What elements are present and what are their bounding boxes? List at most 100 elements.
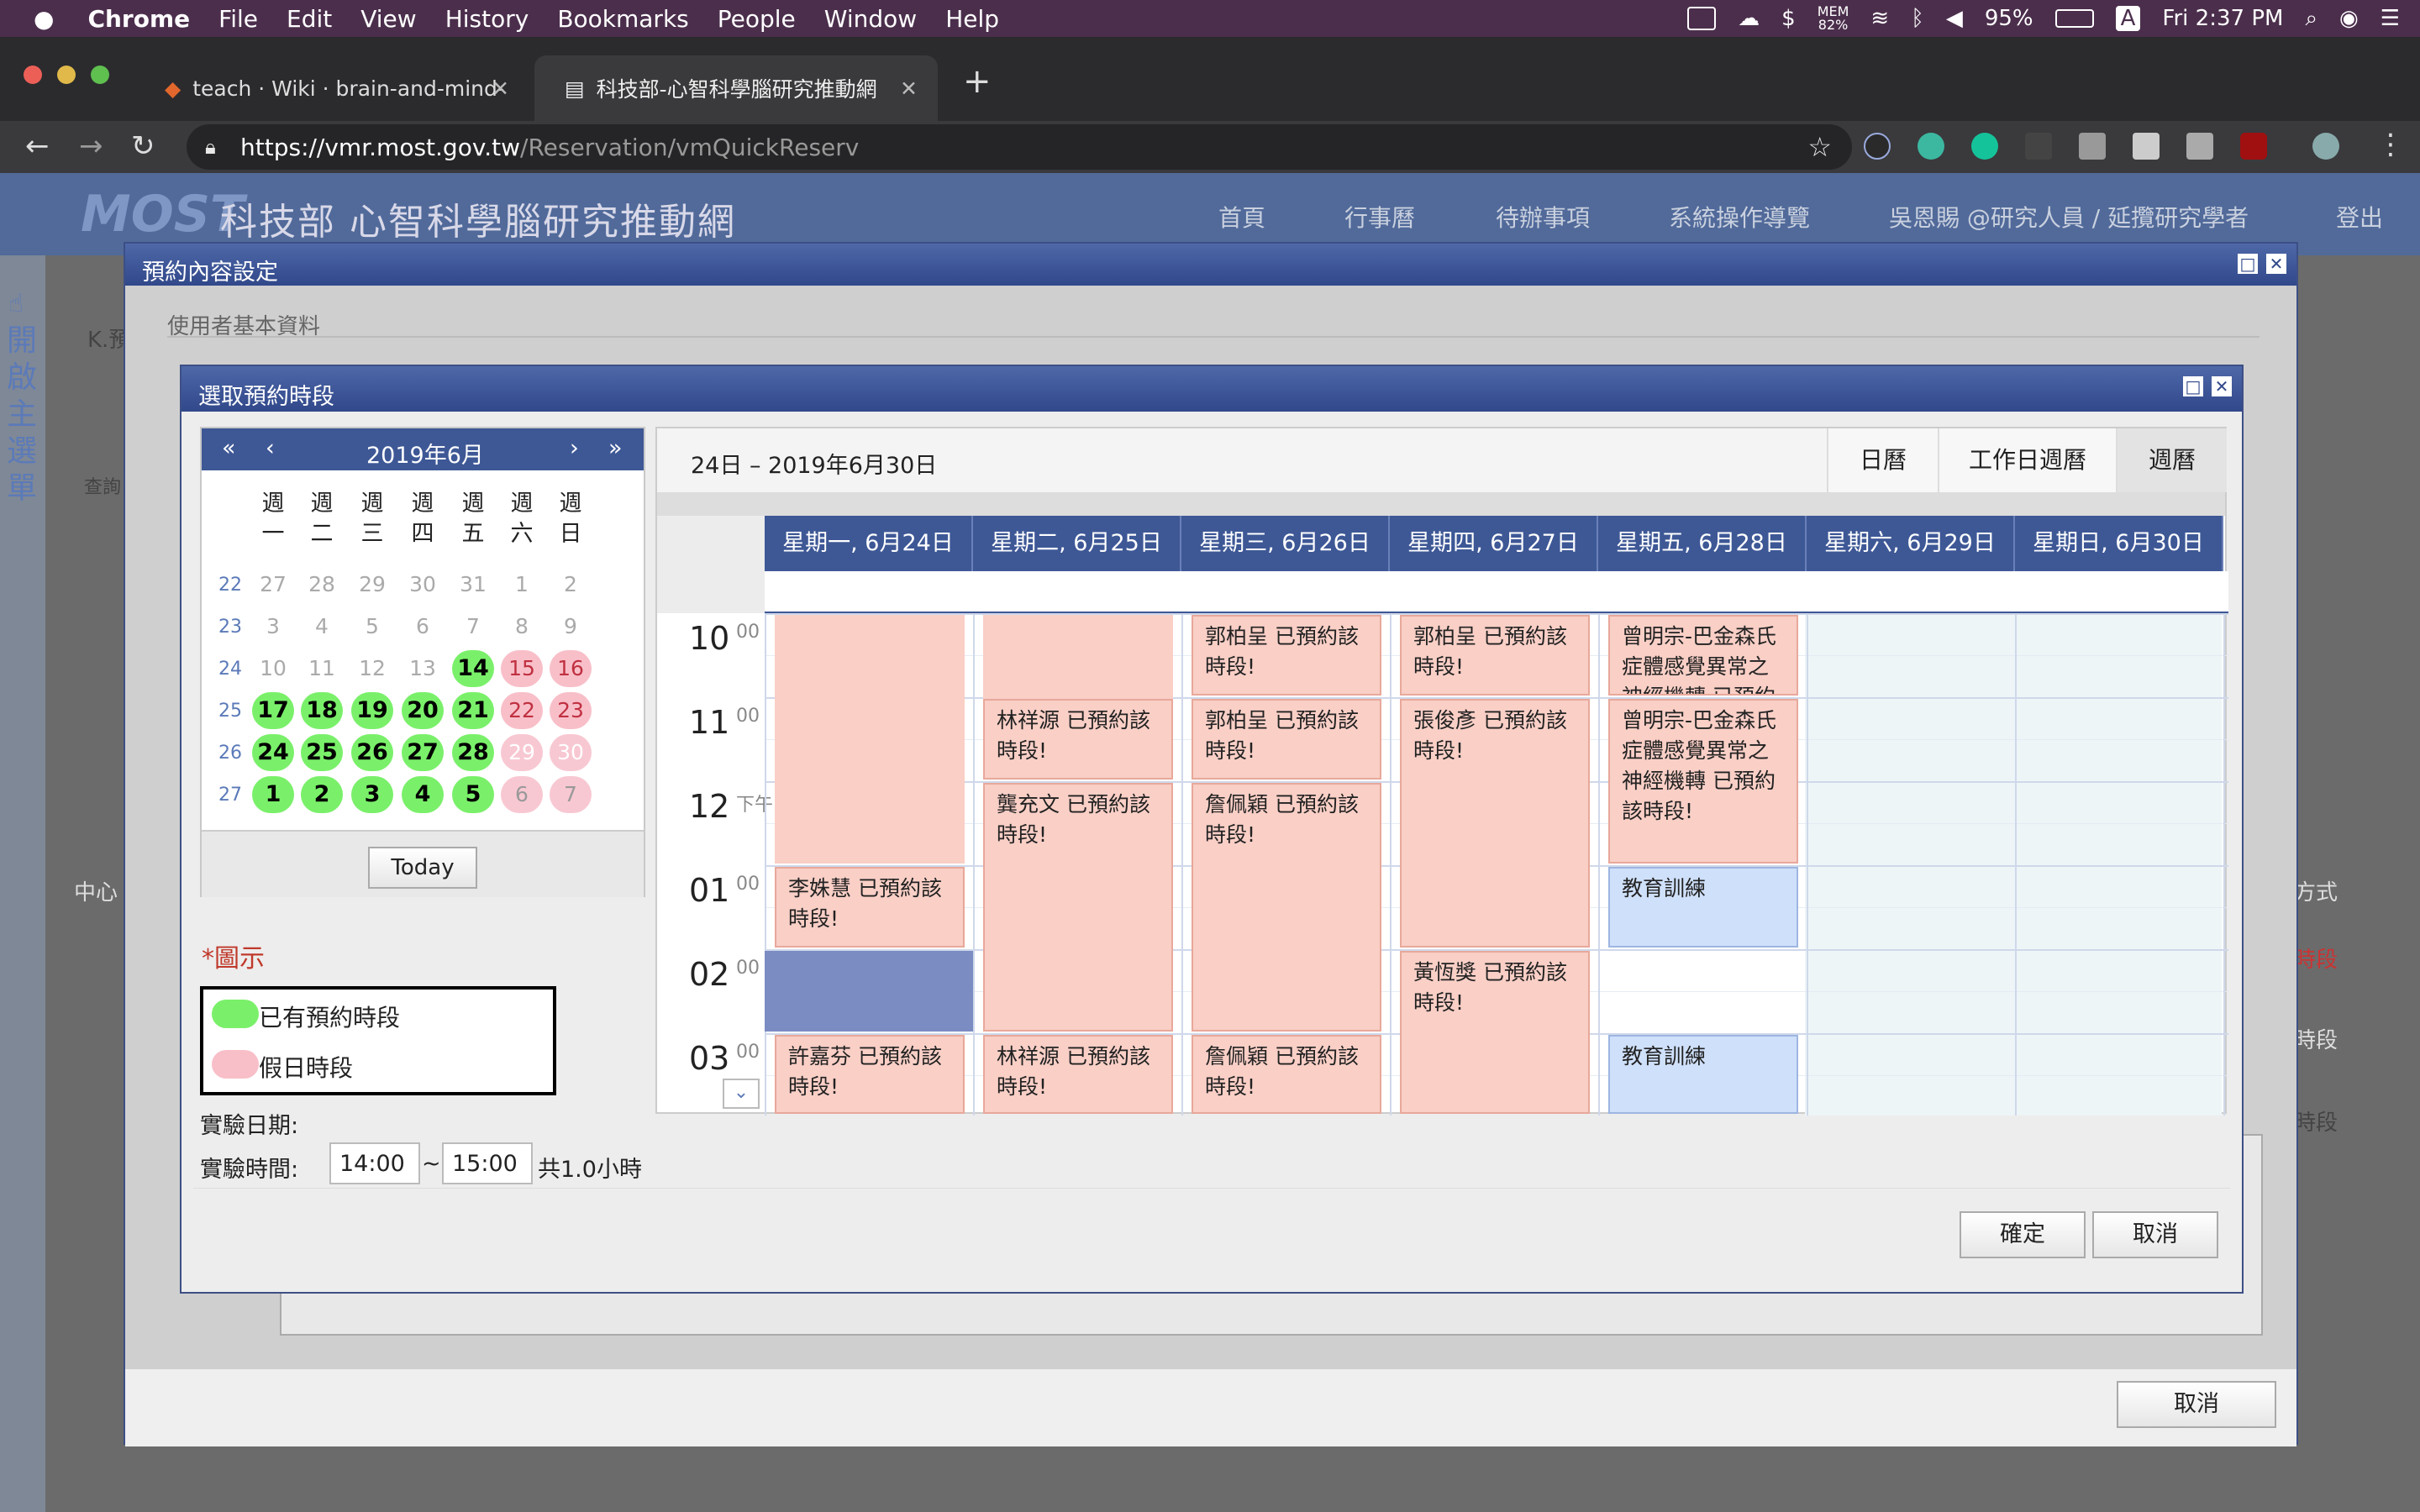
calendar-day[interactable]: 19 xyxy=(351,692,393,729)
prev-month-icon[interactable]: ‹ xyxy=(266,435,275,461)
input-source[interactable]: A xyxy=(2115,6,2141,31)
calendar-day[interactable]: 27 xyxy=(402,734,444,771)
calendar-day[interactable]: 2 xyxy=(301,776,343,813)
calendar-day[interactable]: 4 xyxy=(402,776,444,813)
menu-view[interactable]: View xyxy=(360,5,416,33)
calendar-day[interactable]: 11 xyxy=(301,650,343,687)
close-tab-icon[interactable]: ✕ xyxy=(900,76,918,101)
calendar-day[interactable]: 15 xyxy=(501,650,543,687)
calendar-day[interactable]: 7 xyxy=(452,608,494,645)
calendar-day[interactable]: 24 xyxy=(252,734,294,771)
booking-event[interactable]: 詹佩穎 已預約該時段! xyxy=(1192,783,1381,1032)
calendar-day[interactable]: 21 xyxy=(452,692,494,729)
booking-event[interactable]: 李姝慧 已預約該時段! xyxy=(775,867,965,948)
calendar-day[interactable]: 13 xyxy=(402,650,444,687)
calendar-day[interactable]: 8 xyxy=(501,608,543,645)
booking-event[interactable]: 許嘉芬 已預約該時段! xyxy=(775,1035,965,1114)
new-tab-button[interactable]: + xyxy=(963,62,992,101)
booking-event[interactable]: 教育訓練 xyxy=(1608,1035,1798,1114)
docs-icon[interactable] xyxy=(2133,133,2160,160)
bluetooth-icon[interactable]: ᛒ xyxy=(1911,6,1924,31)
calendar-day[interactable]: 3 xyxy=(252,608,294,645)
apple-icon[interactable]: ● xyxy=(34,5,54,33)
nav-home[interactable]: 首頁 xyxy=(1218,200,1265,234)
close-icon[interactable]: ✕ xyxy=(2212,376,2232,396)
dialog-titlebar[interactable]: 預約內容設定 □ ✕ xyxy=(125,244,2296,286)
prev-year-icon[interactable]: « xyxy=(222,435,236,461)
booking-event[interactable] xyxy=(983,615,1173,700)
close-window-button[interactable] xyxy=(24,66,42,84)
calendar-day[interactable]: 30 xyxy=(402,566,444,603)
tab-teach-wiki[interactable]: ◆ teach · Wiki · brain-and-mind-l ✕ xyxy=(134,55,529,121)
calendar-day[interactable]: 6 xyxy=(402,608,444,645)
calendar-day[interactable]: 22 xyxy=(501,692,543,729)
day-header[interactable]: 星期五, 6月28日 xyxy=(1598,516,1807,571)
reload-icon[interactable]: ↻ xyxy=(131,129,155,163)
mem-indicator[interactable]: MEM 82% xyxy=(1818,5,1849,32)
view-day-button[interactable]: 日曆 xyxy=(1827,428,1938,492)
menu-bookmarks[interactable]: Bookmarks xyxy=(557,5,688,33)
calendar-day[interactable]: 23 xyxy=(550,692,592,729)
clock[interactable]: Fri 2:37 PM xyxy=(2162,6,2283,31)
day-header[interactable]: 星期四, 6月27日 xyxy=(1390,516,1598,571)
view-week-button[interactable]: 週曆 xyxy=(2116,428,2227,492)
extension-icon[interactable] xyxy=(2079,133,2106,160)
calendar-day[interactable]: 26 xyxy=(351,734,393,771)
spotlight-icon[interactable]: ⌕ xyxy=(2305,6,2317,32)
maximize-icon[interactable]: □ xyxy=(2183,376,2203,396)
menu-window[interactable]: Window xyxy=(824,5,917,33)
scroll-down-icon[interactable]: ⌄ xyxy=(723,1079,760,1109)
forward-icon[interactable]: → xyxy=(79,129,103,163)
battery-percent[interactable]: 95% xyxy=(1985,6,2033,31)
calendar-day[interactable]: 16 xyxy=(550,650,592,687)
calendar-day[interactable]: 5 xyxy=(351,608,393,645)
selected-timeslot[interactable] xyxy=(765,951,973,1032)
wifi-icon[interactable]: ≋ xyxy=(1870,6,1889,31)
extension-icon[interactable] xyxy=(2025,133,2052,160)
calendar-day[interactable]: 20 xyxy=(402,692,444,729)
calendar-day[interactable]: 31 xyxy=(452,566,494,603)
booking-event[interactable]: 郭柏呈 已預約該時段! xyxy=(1400,615,1590,696)
notification-center-icon[interactable]: ☰ xyxy=(2381,6,2400,31)
calendar-day[interactable]: 17 xyxy=(252,692,294,729)
siri-icon[interactable]: ◉ xyxy=(2339,6,2359,31)
status-app-icon[interactable] xyxy=(1687,7,1717,30)
calendar-day[interactable]: 25 xyxy=(301,734,343,771)
calendar-day[interactable]: 3 xyxy=(351,776,393,813)
extension-icon[interactable] xyxy=(1918,133,1944,160)
nav-todo[interactable]: 待辦事項 xyxy=(1496,200,1590,234)
booking-event[interactable]: 郭柏呈 已預約該時段! xyxy=(1192,699,1381,780)
calendar-day[interactable]: 12 xyxy=(351,650,393,687)
day-header[interactable]: 星期日, 6月30日 xyxy=(2015,516,2223,571)
outer-cancel-button[interactable]: 取消 xyxy=(2117,1381,2276,1428)
nav-guide[interactable]: 系統操作導覽 xyxy=(1669,200,1810,234)
address-bar[interactable]: 🔒︎ https://vmr.most.gov.tw/Reservation/v… xyxy=(187,124,1852,170)
drive-icon[interactable] xyxy=(2186,133,2213,160)
end-time-input[interactable]: 15:00 xyxy=(442,1142,533,1184)
menu-history[interactable]: History xyxy=(445,5,529,33)
calendar-day[interactable]: 6 xyxy=(501,776,543,813)
dialog-titlebar[interactable]: 選取預約時段 □ ✕ xyxy=(182,366,2242,412)
menu-app-chrome[interactable]: Chrome xyxy=(87,5,190,33)
close-icon[interactable]: ✕ xyxy=(2266,254,2286,274)
cancel-button[interactable]: 取消 xyxy=(2092,1211,2218,1258)
calendar-day[interactable]: 7 xyxy=(550,776,592,813)
booking-event[interactable]: 詹佩穎 已預約該時段! xyxy=(1192,1035,1381,1114)
chrome-menu-icon[interactable]: ⋮ xyxy=(2376,128,2405,161)
calendar-day[interactable]: 5 xyxy=(452,776,494,813)
booking-event[interactable]: 曾明宗-巴金森氏症體感覺異常之神經機轉 已預約該時段! xyxy=(1608,699,1798,864)
calendar-day[interactable]: 29 xyxy=(501,734,543,771)
booking-event[interactable]: 龔充文 已預約該時段! xyxy=(983,783,1173,1032)
calendar-day[interactable]: 1 xyxy=(501,566,543,603)
minimize-window-button[interactable] xyxy=(57,66,76,84)
close-tab-icon[interactable]: ✕ xyxy=(492,76,509,101)
day-header[interactable]: 星期六, 6月29日 xyxy=(1807,516,2015,571)
start-time-input[interactable]: 14:00 xyxy=(329,1142,420,1184)
left-menu-strip[interactable]: ☝ 開啟主選單 xyxy=(0,255,45,1512)
menu-edit[interactable]: Edit xyxy=(287,5,332,33)
grammarly-icon[interactable] xyxy=(1971,133,1998,160)
day-header[interactable]: 星期二, 6月25日 xyxy=(973,516,1181,571)
back-icon[interactable]: ← xyxy=(25,129,50,163)
booking-event[interactable]: 張俊彥 已預約該時段! xyxy=(1400,699,1590,948)
calendar-day[interactable]: 4 xyxy=(301,608,343,645)
